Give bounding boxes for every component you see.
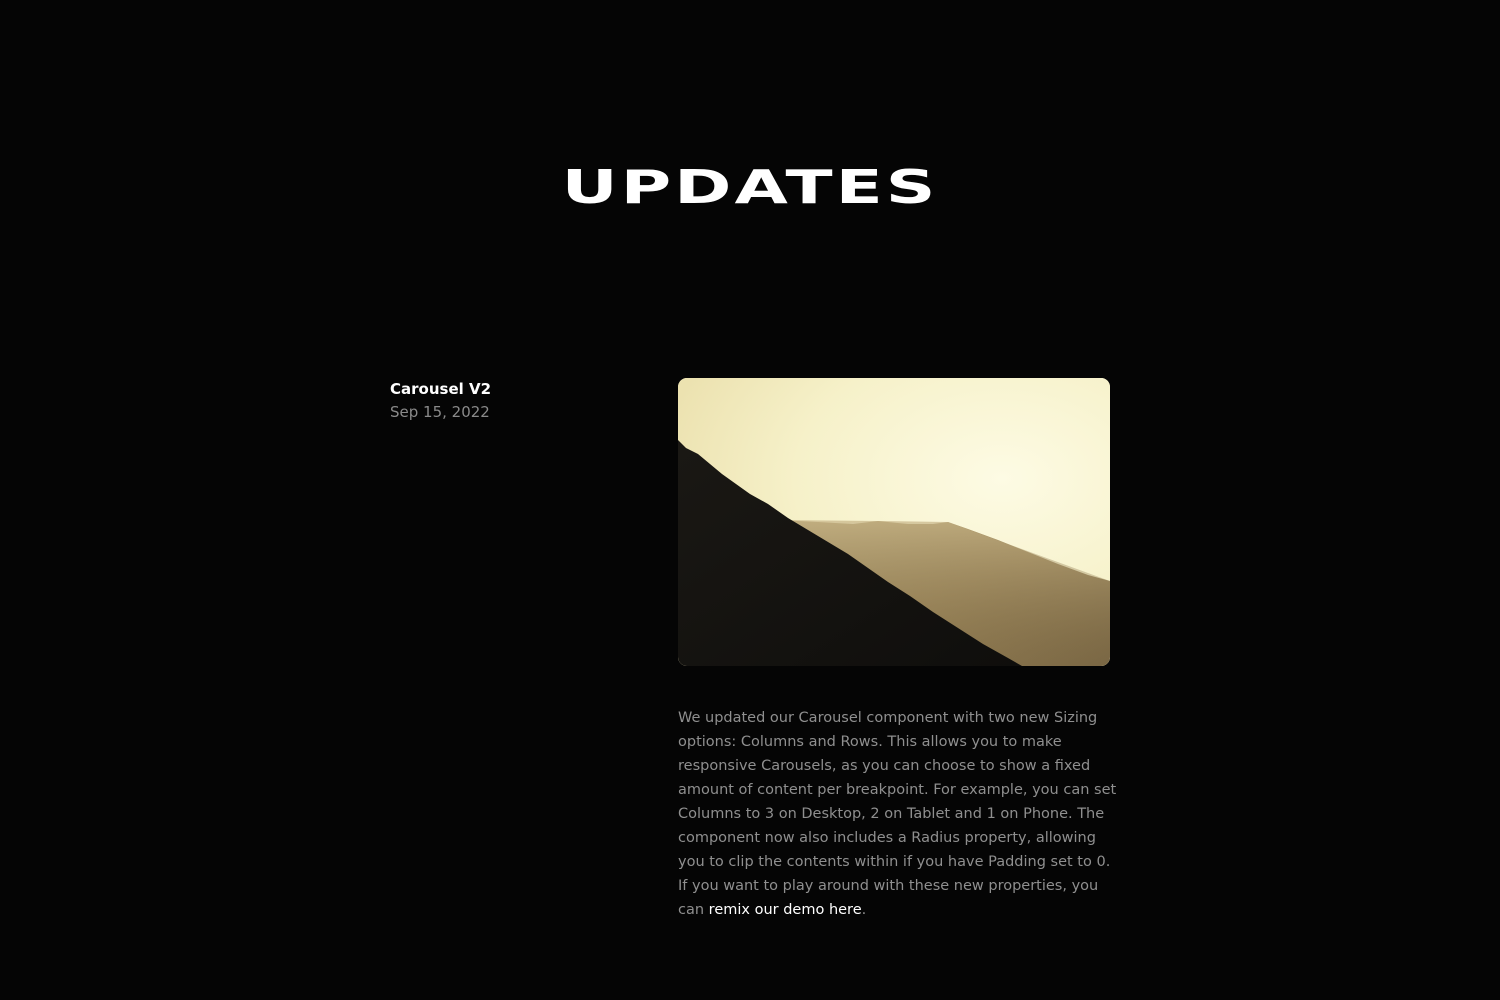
update-description: We updated our Carousel component with t… — [678, 706, 1118, 922]
update-title[interactable]: Carousel V2 — [390, 378, 630, 400]
update-body-text: We updated our Carousel component with t… — [678, 710, 1117, 918]
page-title: UPDATES — [561, 160, 939, 214]
update-date: Sep 15, 2022 — [390, 403, 490, 421]
update-image — [678, 378, 1110, 666]
update-meta: Carousel V2 Sep 15, 2022 — [390, 378, 630, 423]
sunset-hills-photo — [678, 378, 1110, 666]
update-body-end: . — [861, 902, 867, 918]
remix-demo-link[interactable]: remix our demo here — [709, 902, 862, 918]
